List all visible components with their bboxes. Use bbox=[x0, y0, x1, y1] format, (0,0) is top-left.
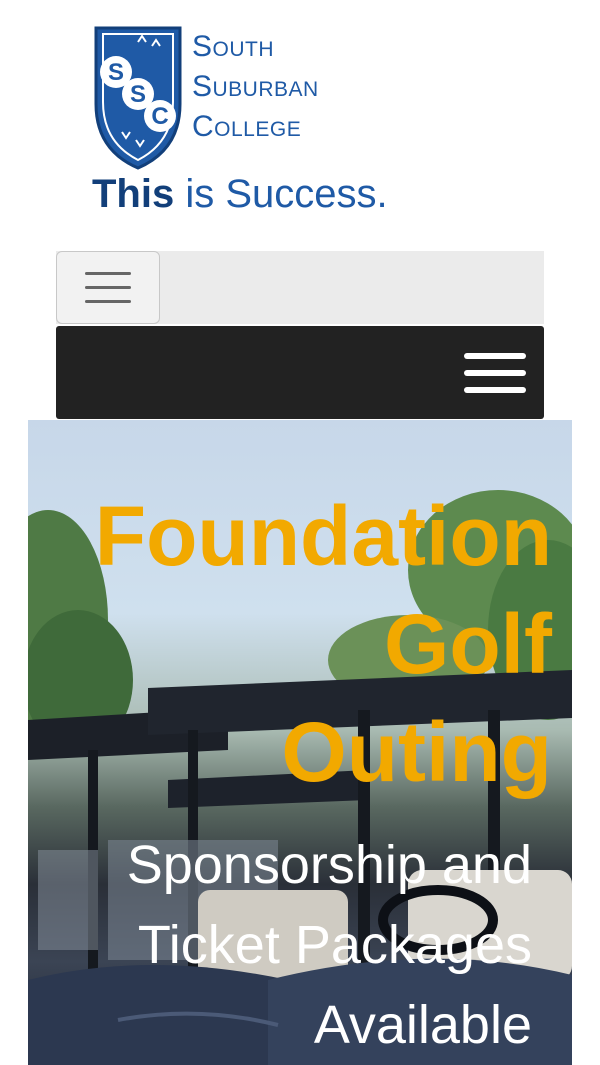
hero-subtitle-line: Available bbox=[313, 995, 532, 1055]
wordmark-line-3: College bbox=[192, 110, 302, 143]
menu-button[interactable] bbox=[464, 353, 526, 393]
wordmark-line-1: South bbox=[192, 30, 275, 63]
tagline-bold: This bbox=[92, 172, 175, 216]
monogram-c: C bbox=[151, 103, 168, 130]
hero-banner[interactable]: Foundation Golf Outing Sponsorship and T… bbox=[28, 420, 572, 1065]
hero-title-line: Golf bbox=[384, 597, 552, 691]
hero-title-line: Outing bbox=[281, 705, 552, 799]
college-logo[interactable]: S S C South Suburban College This is Suc… bbox=[92, 22, 392, 222]
monogram-s1: S bbox=[108, 59, 124, 86]
ssc-shield-logo: S S C bbox=[94, 26, 182, 170]
tagline: This is Success. bbox=[92, 172, 388, 217]
hero-subtitle-line: Ticket Packages bbox=[137, 915, 532, 975]
hero-subtitle-line: Sponsorship and bbox=[126, 835, 532, 895]
monogram-s2: S bbox=[130, 81, 146, 108]
hero-title: Foundation Golf Outing bbox=[32, 482, 552, 806]
hero-subtitle: Sponsorship and Ticket Packages Availabl… bbox=[32, 825, 532, 1065]
wordmark-line-2: Suburban bbox=[192, 70, 319, 103]
hamburger-icon bbox=[464, 353, 526, 359]
college-wordmark: South Suburban College bbox=[192, 22, 319, 142]
nav-toggle-button[interactable] bbox=[56, 251, 160, 324]
main-menu-bar bbox=[56, 326, 544, 419]
hamburger-icon bbox=[85, 272, 131, 275]
hero-title-line: Foundation bbox=[94, 489, 552, 583]
tagline-rest: is Success. bbox=[174, 172, 388, 216]
top-nav-bar bbox=[56, 251, 544, 324]
